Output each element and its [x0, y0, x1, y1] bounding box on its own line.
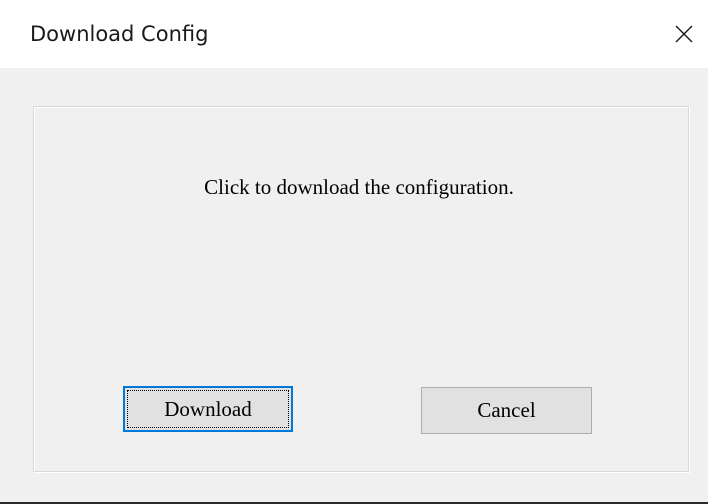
dialog-message: Click to download the configuration. [204, 175, 514, 199]
close-button[interactable] [664, 14, 704, 54]
dialog-window: Download Config Click to download the co… [0, 0, 708, 504]
close-icon [675, 25, 693, 43]
download-button[interactable]: Download [123, 386, 293, 432]
cancel-button-label: Cancel [477, 398, 536, 422]
download-button-label: Download [164, 396, 252, 421]
dialog-body: Click to download the configuration. Dow… [0, 68, 708, 504]
window-title: Download Config [30, 22, 209, 46]
cancel-button[interactable]: Cancel [421, 387, 592, 434]
title-bar: Download Config [0, 0, 708, 68]
